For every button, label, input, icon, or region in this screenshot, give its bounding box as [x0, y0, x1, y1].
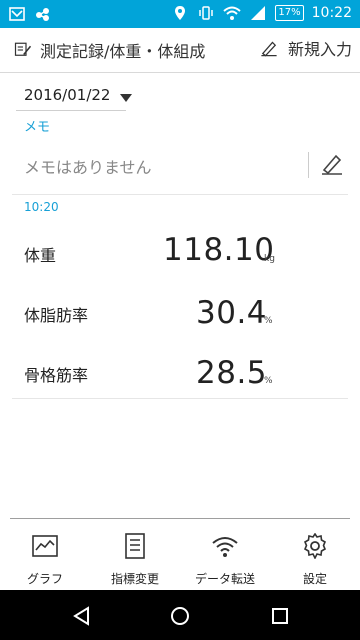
records-divider — [12, 398, 348, 399]
bottom-navigation: グラフ 指標変更 データ転送 設定 — [0, 522, 360, 590]
date-value: 2016/01/22 — [24, 86, 111, 104]
measurement-row-skeletal-muscle: 骨格筋率 28.5 % — [0, 352, 360, 412]
system-nav-bar — [0, 590, 360, 640]
status-bar: 17% 10:22 — [0, 0, 360, 28]
measurement-value: 118.10 — [163, 232, 275, 268]
nav-settings-label: 設定 — [302, 572, 327, 586]
battery-icon: 17% — [275, 5, 304, 21]
document-icon — [121, 532, 149, 560]
measurement-name: 体重 — [24, 246, 57, 265]
nav-data-transfer-label: データ転送 — [194, 572, 255, 586]
measurement-name: 骨格筋率 — [24, 366, 89, 385]
memo-edit-button[interactable] — [318, 150, 346, 178]
back-button[interactable] — [70, 604, 94, 628]
app-header: 測定記録/体重・体組成 新規入力 — [0, 28, 360, 72]
measurement-row-body-fat: 体脂肪率 30.4 % — [0, 292, 360, 352]
nav-settings[interactable]: 設定 — [270, 522, 360, 590]
pen-icon — [260, 39, 278, 57]
settings-gear-icon — [301, 532, 329, 560]
record-time: 10:20 — [24, 200, 59, 214]
nav-graph[interactable]: グラフ — [0, 522, 90, 590]
measurement-unit: kg — [264, 254, 275, 264]
recents-icon — [272, 608, 288, 624]
home-icon — [171, 607, 189, 625]
measurement-row-weight: 体重 118.10 kg — [0, 232, 360, 292]
nav-change-indicator-label: 指標変更 — [110, 572, 159, 586]
page-title: 測定記録/体重・体組成 — [40, 42, 206, 61]
memo-separator — [308, 152, 309, 178]
memo-divider — [12, 194, 348, 195]
signal-icon — [249, 4, 267, 22]
memo-text: メモはありません — [24, 158, 152, 177]
recents-button[interactable] — [268, 604, 292, 628]
nav-data-transfer[interactable]: データ転送 — [180, 522, 270, 590]
wifi-icon — [223, 4, 242, 22]
back-icon — [73, 606, 89, 626]
graph-icon — [31, 532, 59, 560]
measurement-value: 30.4 — [196, 295, 268, 331]
measurement-name: 体脂肪率 — [24, 306, 89, 325]
measurement-unit: % — [264, 376, 273, 386]
memo-label: メモ — [24, 120, 51, 135]
nav-graph-label: グラフ — [26, 572, 63, 586]
mail-icon — [8, 5, 26, 23]
new-entry-button[interactable]: 新規入力 — [260, 36, 352, 60]
wireless-icon — [211, 532, 239, 560]
pen-icon — [322, 154, 342, 175]
date-selector[interactable]: 2016/01/22 — [24, 84, 133, 106]
date-underline — [16, 110, 126, 111]
edit-note-icon — [14, 41, 32, 59]
vibrate-icon — [197, 4, 215, 22]
nav-change-indicator[interactable]: 指標変更 — [90, 522, 180, 590]
cloud-sync-icon — [34, 5, 52, 23]
home-button[interactable] — [168, 604, 192, 628]
new-entry-label: 新規入力 — [287, 40, 352, 59]
measurement-unit: % — [264, 316, 273, 326]
location-icon — [171, 4, 189, 22]
dropdown-caret-icon — [120, 94, 133, 102]
status-time: 10:22 — [311, 5, 352, 21]
header-divider — [0, 72, 360, 73]
measurement-value: 28.5 — [196, 355, 268, 391]
footer-divider — [10, 518, 350, 519]
